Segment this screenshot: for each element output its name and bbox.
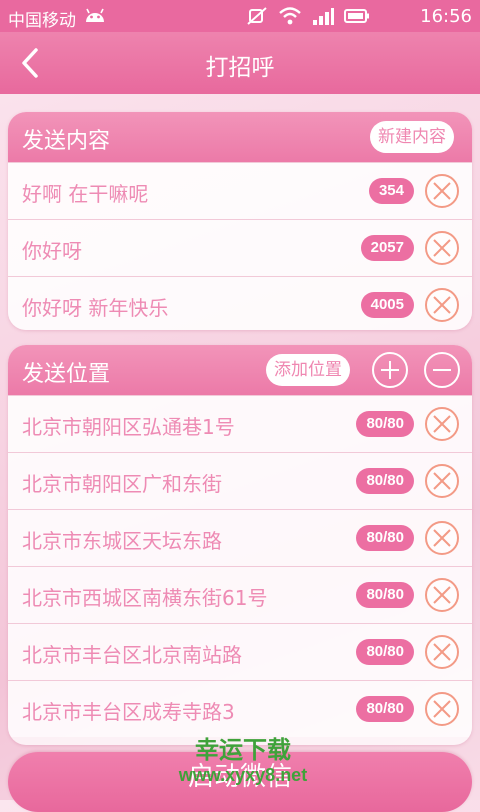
content-section-title: 发送内容 (22, 129, 111, 154)
plus-icon (381, 361, 399, 379)
delete-circle-x-icon (425, 174, 459, 208)
watermark: 幸运下载 www.xyxy8.net (178, 736, 308, 786)
content-item-count-badge: 354 (368, 178, 414, 204)
content-item-text: 好啊 在干嘛呢 (22, 182, 149, 206)
content-item-text: 你好呀 (22, 239, 82, 263)
delete-circle-x-icon (425, 288, 459, 322)
content-item-row[interactable]: 你好呀 2057 (8, 219, 472, 276)
delete-circle-x-icon (425, 464, 459, 498)
location-item-row[interactable]: 北京市丰台区北京南站路 80/80 (8, 623, 472, 680)
signal-icon (313, 8, 334, 25)
wifi-icon (279, 7, 301, 25)
delete-button[interactable] (424, 520, 460, 556)
location-item-text: 北京市朝阳区弘通巷1号 (22, 415, 235, 439)
location-item-text: 北京市西城区南横东街61号 (22, 586, 268, 610)
content-item-count-badge: 2057 (360, 235, 414, 261)
content-item-row[interactable]: 你好呀 新年快乐 4005 (8, 276, 472, 330)
delete-button[interactable] (424, 634, 460, 670)
delete-circle-x-icon (425, 578, 459, 612)
location-item-row[interactable]: 北京市朝阳区弘通巷1号 80/80 (8, 395, 472, 452)
location-item-count-badge: 80/80 (356, 411, 414, 437)
android-icon (86, 8, 104, 22)
add-button[interactable] (372, 352, 408, 388)
delete-circle-x-icon (425, 635, 459, 669)
location-item-count-badge: 80/80 (356, 639, 414, 665)
minus-icon (433, 369, 451, 371)
location-item-text: 北京市丰台区成寿寺路3 (22, 700, 235, 724)
location-item-text: 北京市东城区天坛东路 (22, 529, 222, 553)
location-item-count-badge: 80/80 (356, 468, 414, 494)
delete-circle-x-icon (425, 692, 459, 726)
content-item-count-badge: 4005 (360, 292, 414, 318)
battery-icon (344, 9, 369, 23)
add-location-button[interactable]: 添加位置 (266, 354, 350, 386)
location-item-row[interactable]: 北京市西城区南横东街61号 80/80 (8, 566, 472, 623)
location-item-count-badge: 80/80 (356, 525, 414, 551)
new-content-button[interactable]: 新建内容 (370, 121, 454, 153)
location-item-row[interactable]: 北京市丰台区成寿寺路3 80/80 (8, 680, 472, 737)
delete-button[interactable] (424, 173, 460, 209)
delete-circle-x-icon (425, 521, 459, 555)
delete-button[interactable] (424, 691, 460, 727)
status-bar: 中国移动 16:56 (0, 0, 480, 32)
location-item-count-badge: 80/80 (356, 696, 414, 722)
location-item-count-badge: 80/80 (356, 582, 414, 608)
location-item-row[interactable]: 北京市朝阳区广和东街 80/80 (8, 452, 472, 509)
content-item-row[interactable]: 好啊 在干嘛呢 354 (8, 162, 472, 219)
location-item-text: 北京市朝阳区广和东街 (22, 472, 222, 496)
location-section: 发送位置 添加位置 北京市朝阳区弘通巷1号 80/80 北京市朝阳区广和东街 80/8… (8, 345, 472, 745)
page-title: 打招呼 (205, 55, 275, 81)
content-item-text: 你好呀 新年快乐 (22, 296, 169, 320)
delete-circle-x-icon (425, 231, 459, 265)
delete-button[interactable] (424, 406, 460, 442)
content-section: 发送内容 新建内容 好啊 在干嘛呢 354 你好呀 2057 你好呀 新年快乐 4005 (8, 112, 472, 330)
delete-button[interactable] (424, 287, 460, 323)
delete-button[interactable] (424, 463, 460, 499)
location-section-title: 发送位置 (22, 362, 111, 387)
title-bar: 打招呼 (0, 32, 480, 94)
location-item-row[interactable]: 北京市东城区天坛东路 80/80 (8, 509, 472, 566)
location-item-text: 北京市丰台区北京南站路 (22, 643, 242, 667)
content-list: 好啊 在干嘛呢 354 你好呀 2057 你好呀 新年快乐 4005 (8, 162, 472, 330)
watermark-url: www.xyxy8.net (178, 765, 308, 785)
clock: 16:56 (420, 6, 472, 27)
delete-circle-x-icon (425, 407, 459, 441)
delete-button[interactable] (424, 230, 460, 266)
carrier-label: 中国移动 (8, 11, 76, 31)
location-section-header: 发送位置 添加位置 (8, 345, 472, 395)
remove-button[interactable] (424, 352, 460, 388)
watermark-title: 幸运下载 (195, 736, 291, 764)
location-list: 北京市朝阳区弘通巷1号 80/80 北京市朝阳区广和东街 80/80 北京市东城区天坛东… (8, 395, 472, 737)
delete-button[interactable] (424, 577, 460, 613)
content-section-header: 发送内容 新建内容 (8, 112, 472, 162)
mute-icon (247, 7, 267, 25)
